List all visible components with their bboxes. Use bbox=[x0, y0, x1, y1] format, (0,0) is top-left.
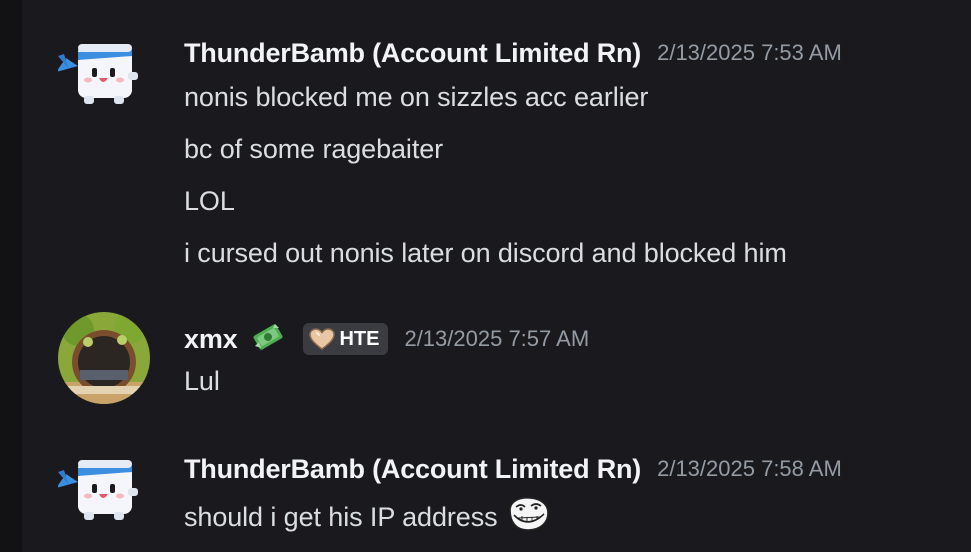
avatar[interactable] bbox=[56, 28, 150, 120]
message-text: LOL bbox=[184, 186, 235, 216]
username[interactable]: xmx bbox=[184, 324, 238, 355]
badge-label: HTE bbox=[339, 327, 380, 350]
message-text: nonis blocked me on sizzles acc earlier bbox=[184, 82, 649, 112]
timestamp[interactable]: 2/13/2025 7:58 AM bbox=[657, 456, 842, 482]
timestamp[interactable]: 2/13/2025 7:57 AM bbox=[404, 326, 589, 352]
message-text: Lul bbox=[184, 366, 220, 396]
avatar[interactable] bbox=[58, 312, 150, 404]
message-header: xmx HTE 2/13/2025 7:57 AM bbox=[184, 322, 589, 356]
left-strip bbox=[0, 0, 22, 552]
username[interactable]: ThunderBamb (Account Limited Rn) bbox=[184, 38, 641, 69]
hobbit-door-avatar-icon bbox=[58, 312, 150, 404]
heart-icon bbox=[309, 328, 336, 350]
avatar[interactable] bbox=[56, 444, 150, 536]
cube-headband-avatar-icon bbox=[56, 44, 138, 104]
cube-headband-avatar-icon bbox=[56, 460, 138, 520]
message-header: ThunderBamb (Account Limited Rn) 2/13/20… bbox=[184, 36, 842, 70]
message-text: i cursed out nonis later on discord and … bbox=[184, 238, 787, 268]
username[interactable]: ThunderBamb (Account Limited Rn) bbox=[184, 454, 641, 485]
guild-tag-badge[interactable]: HTE bbox=[303, 323, 389, 355]
timestamp[interactable]: 2/13/2025 7:53 AM bbox=[657, 40, 842, 66]
chat-area: ThunderBamb (Account Limited Rn) 2/13/20… bbox=[22, 0, 971, 552]
message-text-row: should i get his IP address bbox=[184, 496, 550, 539]
message-text: bc of some ragebaiter bbox=[184, 134, 444, 164]
money-cash-icon bbox=[251, 320, 285, 359]
trollface-icon bbox=[506, 496, 550, 539]
message-text: should i get his IP address bbox=[184, 502, 498, 532]
message-header: ThunderBamb (Account Limited Rn) 2/13/20… bbox=[184, 452, 842, 486]
